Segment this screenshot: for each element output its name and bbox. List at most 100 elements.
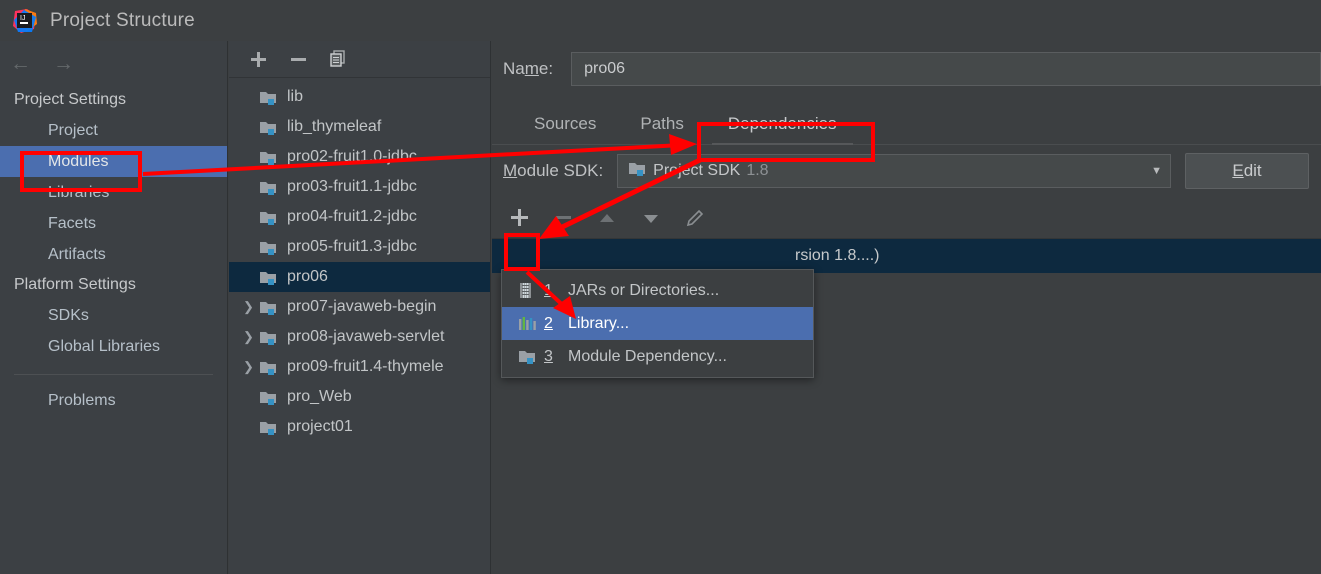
menu-item-number: 1 [544,281,553,299]
dependency-row-sdk[interactable]: rsion 1.8....) [492,239,1321,273]
menu-item-label: Library... [568,314,630,332]
module-folder-icon [259,359,281,376]
module-sdk-version: 1.8 [746,162,769,179]
sidebar-item-project[interactable]: Project [0,115,227,146]
menu-item-label: JARs or Directories... [568,281,720,299]
library-icon [518,316,544,332]
add-dependency-popup-menu: 1 JARs or Directories... 2 Library... 3 … [501,269,814,378]
sidebar-item-global-libraries[interactable]: Global Libraries [0,331,227,362]
project-structure-dialog: IJ Project Structure ← → Project Setting… [0,0,1321,574]
module-folder-icon [259,329,281,346]
sidebar-item-libraries[interactable]: Libraries [0,177,227,208]
dependency-sdk-label: rsion 1.8....) [795,247,880,264]
menu-item-module-dependency[interactable]: 3 Module Dependency... [502,340,813,373]
sidebar-item-modules[interactable]: Modules [0,146,227,177]
module-tree-label: pro04-fruit1.2-jdbc [287,208,417,225]
module-folder-icon [259,149,281,166]
module-tree-row[interactable]: ❯pro06 [229,262,491,292]
module-tree-label: lib_thymeleaf [287,118,382,135]
module-sdk-row: Module SDK: Project SDK 1.8 ▼ Edit [492,145,1321,197]
dependencies-toolbar [492,197,1321,239]
module-tree-row[interactable]: ❯ pro08-javaweb-servlet [229,322,491,352]
module-tree-row[interactable]: ❯lib [229,82,491,112]
arrow-down-icon [634,203,668,233]
chevron-right-icon[interactable]: ❯ [243,299,259,315]
module-sdk-value: Project SDK [653,162,741,179]
module-tree-row[interactable]: ❯pro05-fruit1.3-jdbc [229,232,491,262]
tab-dependencies[interactable]: Dependencies [706,114,859,145]
pencil-icon [678,203,712,233]
sidebar-item-sdks[interactable]: SDKs [0,300,227,331]
settings-sidebar: ← → Project Settings Project Modules Lib… [0,41,228,574]
module-sdk-label: Module SDK: [503,161,604,180]
module-name-row: Name: pro06 [492,41,1321,97]
modules-tree-list: ❯lib❯lib_thymeleaf❯pro02-fruit1.0-jdbc❯p… [229,78,491,442]
module-name-label: Name: [503,59,554,78]
module-tree-row[interactable]: ❯lib_thymeleaf [229,112,491,142]
sidebar-group-project-settings: Project Settings [14,91,127,108]
module-folder-icon [259,269,281,286]
menu-item-number: 2 [544,314,553,332]
tab-paths[interactable]: Paths [618,114,705,144]
module-tree-label: pro06 [287,268,328,285]
menu-item-number: 3 [544,347,553,365]
arrow-up-icon [590,203,624,233]
arrow-right-icon[interactable]: → [53,53,74,74]
module-tree-label: pro09-fruit1.4-thymele [287,358,444,375]
module-name-input[interactable]: pro06 [571,52,1321,86]
title-bar: IJ Project Structure [0,0,1321,41]
modules-tree-panel: ❯lib❯lib_thymeleaf❯pro02-fruit1.0-jdbc❯p… [229,41,491,574]
chevron-down-icon[interactable]: ▼ [1151,165,1162,177]
module-tree-label: pro_Web [287,388,352,405]
module-tree-row[interactable]: ❯pro02-fruit1.0-jdbc [229,142,491,172]
intellij-idea-logo-icon: IJ [12,8,38,34]
arrow-left-icon[interactable]: ← [10,53,31,74]
menu-item-jars-or-directories[interactable]: 1 JARs or Directories... [502,274,813,307]
modules-tree-toolbar [229,41,491,78]
module-tree-row[interactable]: ❯pro04-fruit1.2-jdbc [229,202,491,232]
minus-icon[interactable] [283,46,313,72]
plus-icon[interactable] [243,46,273,72]
module-tree-label: pro03-fruit1.1-jdbc [287,178,417,195]
sidebar-divider [14,374,213,375]
module-folder-icon [259,89,281,106]
svg-text:IJ: IJ [20,15,25,22]
module-folder-icon [259,299,281,316]
chevron-right-icon[interactable]: ❯ [243,359,259,375]
module-tree-label: pro02-fruit1.0-jdbc [287,148,417,165]
module-icon [518,348,544,365]
copy-icon[interactable] [323,46,353,72]
jar-icon [518,282,544,299]
edit-sdk-button[interactable]: Edit [1185,153,1309,189]
module-tree-row[interactable]: ❯project01 [229,412,491,442]
tree-panel-divider [490,41,491,574]
module-tree-row[interactable]: ❯ pro07-javaweb-begin [229,292,491,322]
navigation-buttons: ← → [0,41,227,85]
module-tree-label: pro05-fruit1.3-jdbc [287,238,417,255]
module-tree-row[interactable]: ❯pro_Web [229,382,491,412]
module-folder-icon [259,389,281,406]
module-folder-icon [628,160,647,182]
module-folder-icon [259,239,281,256]
menu-item-library[interactable]: 2 Library... [502,307,813,340]
module-tree-row[interactable]: ❯pro03-fruit1.1-jdbc [229,172,491,202]
minus-icon [546,203,580,233]
tab-sources[interactable]: Sources [512,114,618,144]
sidebar-item-problems[interactable]: Problems [0,385,227,416]
module-sdk-combobox[interactable]: Project SDK 1.8 ▼ [617,154,1171,188]
module-folder-icon [259,119,281,136]
sidebar-group-platform-settings: Platform Settings [14,276,136,293]
module-tree-label: pro08-javaweb-servlet [287,328,445,345]
sidebar-item-artifacts[interactable]: Artifacts [0,239,227,270]
plus-icon[interactable] [502,203,536,233]
sidebar-item-facets[interactable]: Facets [0,208,227,239]
chevron-right-icon[interactable]: ❯ [243,329,259,345]
module-folder-icon [259,209,281,226]
module-folder-icon [259,419,281,436]
module-tree-label: pro07-javaweb-begin [287,298,437,315]
menu-item-label: Module Dependency... [568,347,727,365]
module-tree-row[interactable]: ❯ pro09-fruit1.4-thymele [229,352,491,382]
module-tree-label: project01 [287,418,353,435]
module-detail-panel: Name: pro06 Sources Paths Dependencies M… [492,41,1321,574]
module-folder-icon [259,179,281,196]
